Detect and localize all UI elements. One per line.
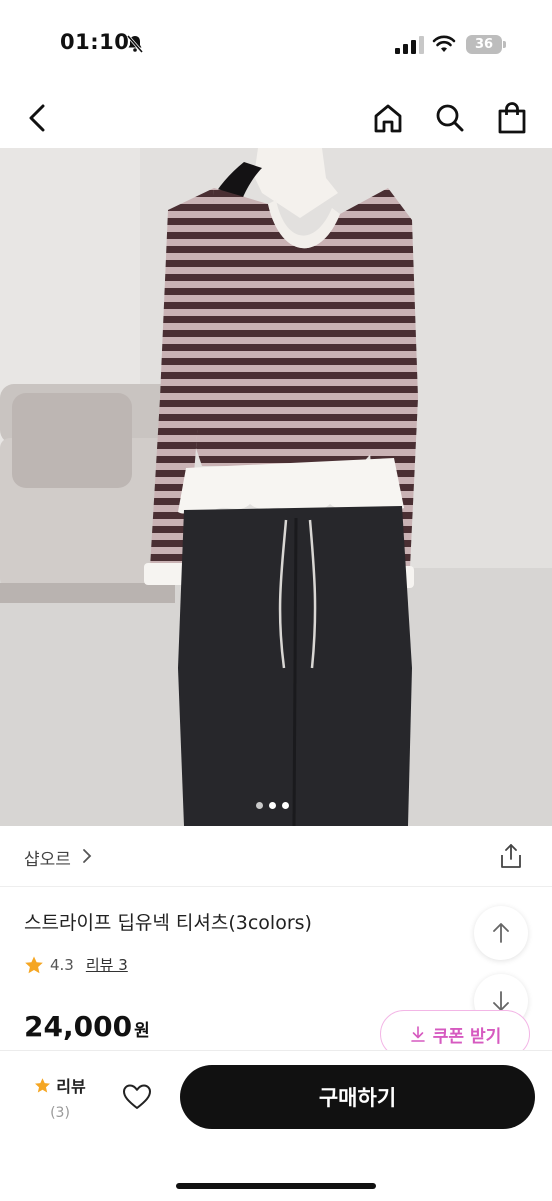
battery-indicator: 36 bbox=[466, 35, 502, 54]
buy-button[interactable]: 구매하기 bbox=[180, 1065, 535, 1129]
battery-tip bbox=[503, 41, 506, 48]
share-icon[interactable] bbox=[498, 842, 524, 870]
arrow-up-icon bbox=[493, 923, 509, 943]
price: 24,000 원 bbox=[24, 1010, 150, 1043]
heart-icon[interactable] bbox=[122, 1083, 152, 1111]
price-currency: 원 bbox=[134, 1021, 150, 1041]
price-value: 24,000 bbox=[24, 1010, 133, 1043]
home-indicator bbox=[176, 1183, 376, 1189]
search-icon bbox=[436, 104, 464, 132]
star-icon bbox=[35, 1077, 51, 1092]
shop-name-link[interactable]: 샵오르 bbox=[24, 845, 71, 870]
coupon-label: 쿠폰 받기 bbox=[432, 1026, 502, 1047]
shopping-bag-icon bbox=[498, 102, 526, 134]
download-icon bbox=[410, 1026, 425, 1042]
gallery-dot[interactable] bbox=[256, 802, 263, 809]
home-icon bbox=[374, 104, 402, 133]
bell-off-icon bbox=[126, 35, 144, 53]
search-button[interactable] bbox=[430, 98, 470, 138]
product-title: 스트라이프 딥유넥 티셔츠(3colors) bbox=[24, 912, 312, 934]
cart-button[interactable] bbox=[492, 98, 532, 138]
back-button[interactable] bbox=[18, 98, 58, 138]
shop-row: 샵오르 bbox=[0, 826, 552, 887]
chevron-right-icon[interactable] bbox=[80, 847, 94, 865]
chevron-left-icon bbox=[29, 104, 45, 132]
review-summary-label: 리뷰 bbox=[56, 1077, 86, 1096]
status-time: 01:10 bbox=[60, 30, 130, 54]
product-photo bbox=[0, 148, 552, 826]
review-link[interactable]: 리뷰 3 bbox=[86, 954, 128, 975]
star-icon bbox=[25, 956, 43, 973]
review-summary-button[interactable]: 리뷰 (3) bbox=[30, 1073, 90, 1121]
scroll-top-button[interactable] bbox=[474, 906, 528, 960]
rating-row: 4.3 리뷰 3 bbox=[24, 954, 128, 975]
gallery-dot[interactable] bbox=[269, 802, 276, 809]
bottom-action-bar: 리뷰 (3) 구매하기 bbox=[0, 1050, 552, 1201]
product-image[interactable] bbox=[0, 148, 552, 826]
signal-icon bbox=[395, 36, 424, 54]
gallery-dot[interactable] bbox=[282, 802, 289, 809]
wifi-icon bbox=[432, 35, 456, 52]
review-summary-label-row: 리뷰 bbox=[30, 1073, 90, 1097]
status-bar: 01:10 36 bbox=[0, 0, 552, 88]
home-button[interactable] bbox=[368, 98, 408, 138]
gallery-pagination bbox=[256, 802, 289, 809]
top-nav bbox=[0, 88, 552, 148]
rating-value: 4.3 bbox=[50, 955, 74, 974]
review-summary-count: (3) bbox=[50, 1105, 70, 1121]
